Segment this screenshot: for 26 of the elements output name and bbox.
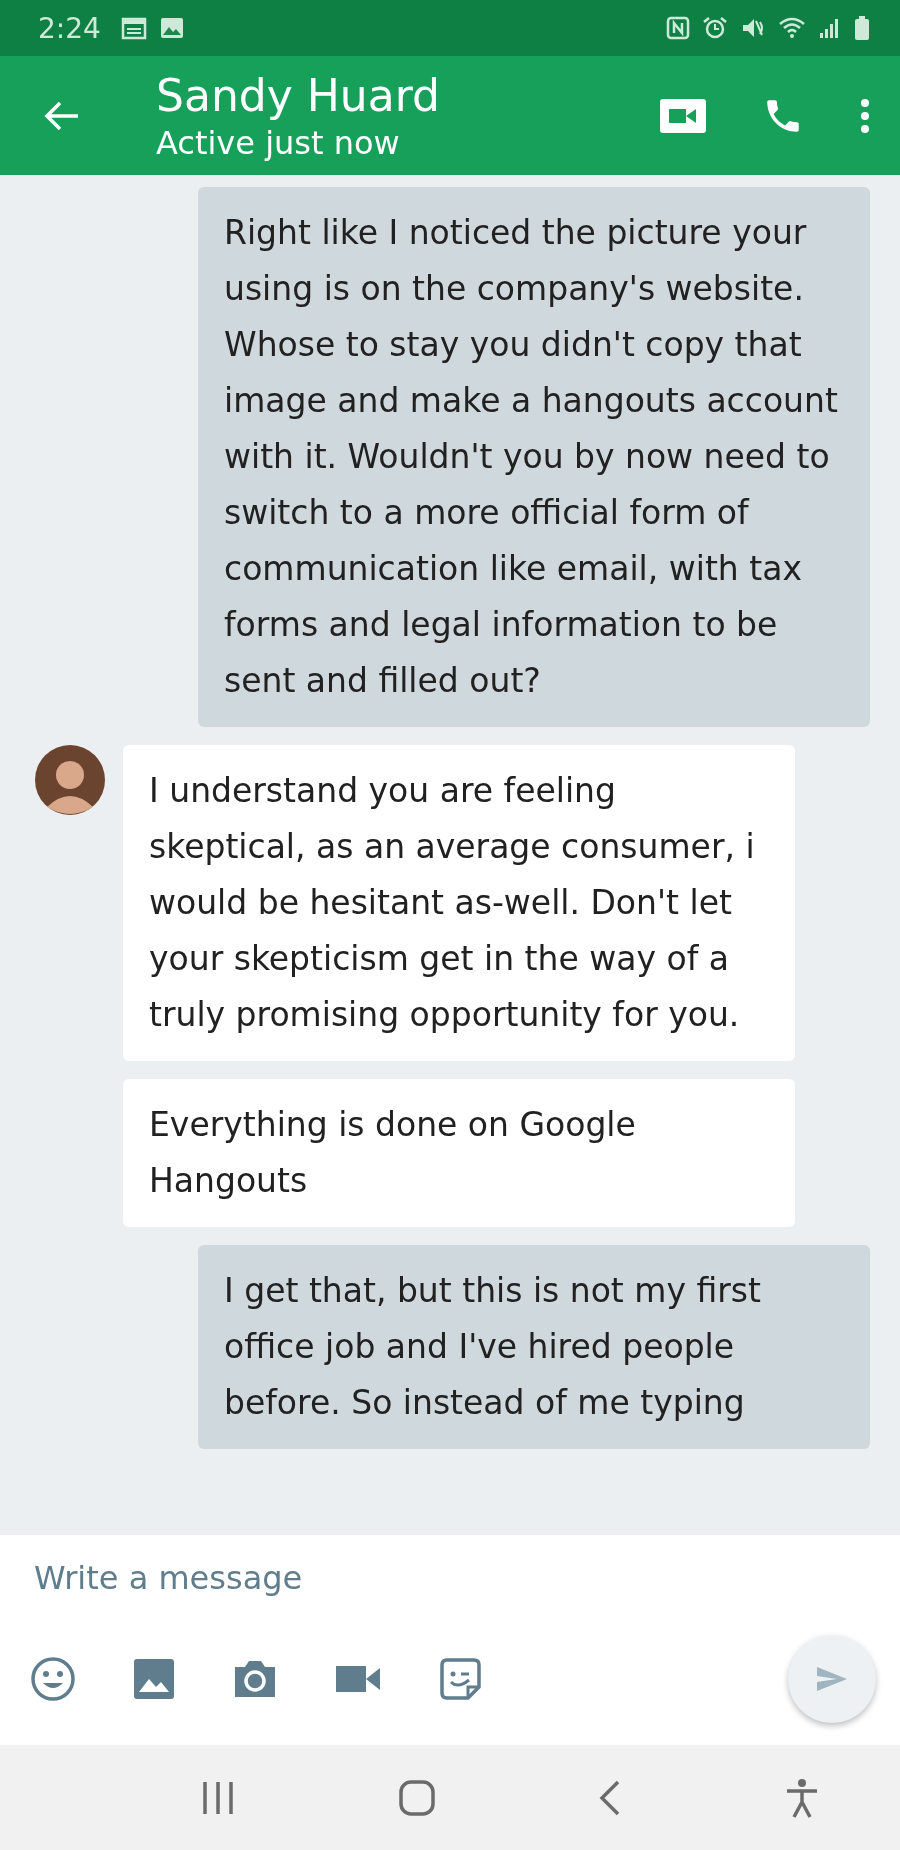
accessibility-icon[interactable]	[784, 1777, 819, 1818]
message-input[interactable]: Write a message	[34, 1559, 866, 1597]
video-camera-icon[interactable]	[336, 1664, 380, 1694]
video-call-icon[interactable]	[660, 98, 706, 133]
sticker-icon[interactable]	[438, 1657, 482, 1701]
recent-apps-icon[interactable]	[201, 1779, 236, 1816]
image-icon	[158, 16, 185, 40]
send-icon	[815, 1665, 849, 1693]
emoji-icon[interactable]	[30, 1656, 76, 1702]
message-text: Everything is done on Google Hangouts	[149, 1104, 637, 1202]
message-text: I understand you are feeling skeptical, as an average consumer, i would be hesitant as-well. Don't let your skepticism get in the way of a truly promising opportunity for you.	[149, 770, 756, 1036]
image-icon[interactable]	[134, 1659, 174, 1699]
contact-name: Sandy Huard	[156, 68, 441, 123]
alarm-icon	[702, 16, 728, 40]
nfc-icon	[666, 16, 690, 40]
battery-icon	[854, 15, 870, 41]
avatar[interactable]	[35, 745, 105, 815]
more-options-icon[interactable]	[860, 97, 870, 134]
camera-icon[interactable]	[232, 1659, 278, 1699]
wifi-icon	[778, 16, 806, 40]
status-time: 2:24	[38, 11, 101, 45]
contact-status: Active just now	[156, 122, 401, 163]
calendar-icon	[120, 16, 147, 40]
message-text: Right like I noticed the picture your using is on the company's website. Whose to stay you didn't copy that image and make a hangouts account with it. Wouldn't you by now need to switch to a more official form of communication like email, with tax forms and legal information to be sent and filled out?	[224, 212, 839, 702]
message-text: I get that, but this is not my first office job and I've hired people before. So instead of me typing	[224, 1270, 762, 1424]
home-icon[interactable]	[397, 1778, 436, 1817]
